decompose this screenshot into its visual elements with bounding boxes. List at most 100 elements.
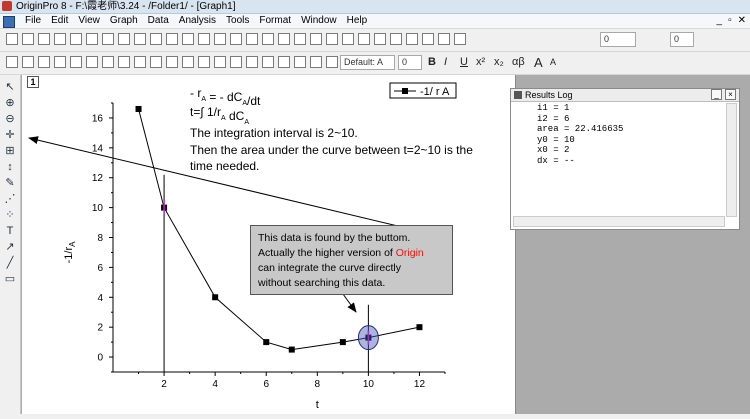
toolbar2-icon-19[interactable] — [294, 56, 306, 68]
results-minimize-icon[interactable]: _ — [711, 89, 722, 100]
toolbar1-icon-22[interactable] — [342, 33, 354, 45]
menu-item-format[interactable]: Format — [254, 14, 296, 28]
results-close-icon[interactable]: × — [725, 89, 736, 100]
menu-item-tools[interactable]: Tools — [221, 14, 254, 28]
toolbar2-icon-6[interactable] — [86, 56, 98, 68]
data-reader-icon[interactable]: ⊞ — [4, 145, 16, 157]
close-icon[interactable]: ✕ — [738, 14, 746, 28]
results-log-window[interactable]: Results Log _ × i1 = 1 i2 = 6 area = 22.… — [510, 88, 740, 230]
toolbar2-icon-16[interactable] — [246, 56, 258, 68]
fill-select[interactable]: 0 — [670, 32, 694, 47]
draw-data-icon[interactable]: ✎ — [4, 177, 16, 189]
toolbar1-icon-5[interactable] — [70, 33, 82, 45]
toolbar1-icon-25[interactable] — [390, 33, 402, 45]
toolbar2-icon-12[interactable] — [182, 56, 194, 68]
toolbar1-icon-27[interactable] — [422, 33, 434, 45]
toolbar1-icon-17[interactable] — [262, 33, 274, 45]
menu-bar: File Edit View Graph Data Analysis Tools Format… — [0, 14, 750, 29]
toolbar2-icon-9[interactable] — [134, 56, 146, 68]
layer-indicator[interactable]: 1 — [27, 76, 39, 88]
font-size-select[interactable]: 0 — [398, 55, 422, 70]
toolbar2-icon-8[interactable] — [118, 56, 130, 68]
screen-reader-icon[interactable]: ✛ — [4, 129, 16, 141]
menu-item-file[interactable]: File — [20, 14, 46, 28]
graph-window-icon[interactable] — [3, 16, 15, 28]
toolbar1-icon-9[interactable] — [134, 33, 146, 45]
annotation-note[interactable]: This data is found by the buttom. Actual… — [250, 225, 453, 295]
toolbar2-icon-21[interactable] — [326, 56, 338, 68]
toolbar1-icon-6[interactable] — [86, 33, 98, 45]
toolbar1-icon-3[interactable] — [38, 33, 50, 45]
menu-item-help[interactable]: Help — [342, 14, 373, 28]
subscript-button[interactable]: x₂ — [494, 55, 504, 70]
toolbar2-icon-3[interactable] — [38, 56, 50, 68]
y-axis-title-subscript: A — [68, 241, 77, 247]
toolbar1-icon-19[interactable] — [294, 33, 306, 45]
arrow-tool-icon[interactable]: ↗ — [4, 241, 16, 253]
toolbar1-icon-23[interactable] — [358, 33, 370, 45]
regional-selector-icon[interactable]: ⋰ — [4, 193, 16, 205]
font-increase-button[interactable]: A — [534, 55, 543, 70]
toolbar1-icon-8[interactable] — [118, 33, 130, 45]
bold-button[interactable]: B — [428, 55, 436, 70]
menu-item-window[interactable]: Window — [296, 14, 342, 28]
toolbar1-icon-20[interactable] — [310, 33, 322, 45]
toolbar2-icon-4[interactable] — [54, 56, 66, 68]
toolbar1-icon-7[interactable] — [102, 33, 114, 45]
line-width-select[interactable]: 0 — [600, 32, 636, 47]
text-tool-icon[interactable]: T — [4, 225, 16, 237]
mask-points-icon[interactable]: ⁘ — [4, 209, 16, 221]
toolbar1-icon-18[interactable] — [278, 33, 290, 45]
menu-item-view[interactable]: View — [73, 14, 105, 28]
line-tool-icon[interactable]: ╱ — [4, 257, 16, 269]
toolbar2-icon-13[interactable] — [198, 56, 210, 68]
restore-icon[interactable]: ▫ — [728, 14, 732, 28]
italic-button[interactable]: I — [444, 55, 447, 70]
toolbar1-icon-14[interactable] — [214, 33, 226, 45]
toolbar1-icon-21[interactable] — [326, 33, 338, 45]
y-tick-label: 8 — [97, 233, 103, 244]
zoom-in-icon[interactable]: ⊕ — [4, 97, 16, 109]
data-point — [339, 339, 346, 346]
toolbar2-icon-1[interactable] — [6, 56, 18, 68]
toolbar1-icon-29[interactable] — [454, 33, 466, 45]
menu-item-data[interactable]: Data — [143, 14, 174, 28]
font-decrease-button[interactable]: A — [550, 55, 556, 70]
toolbar2-icon-20[interactable] — [310, 56, 322, 68]
rectangle-tool-icon[interactable]: ▭ — [4, 273, 16, 285]
zoom-out-icon[interactable]: ⊖ — [4, 113, 16, 125]
toolbar2-icon-11[interactable] — [166, 56, 178, 68]
results-horizontal-scrollbar[interactable] — [513, 216, 725, 227]
toolbar1-icon-2[interactable] — [22, 33, 34, 45]
toolbar1-icon-1[interactable] — [6, 33, 18, 45]
menu-item-analysis[interactable]: Analysis — [174, 14, 221, 28]
underline-button[interactable]: U — [460, 55, 468, 70]
toolbar1-icon-12[interactable] — [182, 33, 194, 45]
superscript-button[interactable]: x² — [476, 55, 485, 70]
menu-item-graph[interactable]: Graph — [105, 14, 143, 28]
minimize-icon[interactable]: _ — [717, 14, 723, 28]
toolbar1-icon-26[interactable] — [406, 33, 418, 45]
toolbar1-icon-4[interactable] — [54, 33, 66, 45]
data-selector-icon[interactable]: ↕ — [4, 161, 16, 173]
toolbar1-icon-11[interactable] — [166, 33, 178, 45]
greek-button[interactable]: αβ — [512, 55, 525, 70]
toolbar1-icon-10[interactable] — [150, 33, 162, 45]
toolbar1-icon-24[interactable] — [374, 33, 386, 45]
toolbar2-icon-17[interactable] — [262, 56, 274, 68]
font-name-select[interactable]: Default: A — [340, 55, 395, 70]
toolbar2-icon-18[interactable] — [278, 56, 290, 68]
toolbar2-icon-15[interactable] — [230, 56, 242, 68]
toolbar1-icon-13[interactable] — [198, 33, 210, 45]
toolbar1-icon-28[interactable] — [438, 33, 450, 45]
toolbar2-icon-2[interactable] — [22, 56, 34, 68]
pointer-icon[interactable]: ↖ — [4, 81, 16, 93]
menu-item-edit[interactable]: Edit — [46, 14, 73, 28]
toolbar1-icon-15[interactable] — [230, 33, 242, 45]
toolbar2-icon-14[interactable] — [214, 56, 226, 68]
results-vertical-scrollbar[interactable] — [726, 103, 737, 217]
toolbar2-icon-7[interactable] — [102, 56, 114, 68]
toolbar2-icon-10[interactable] — [150, 56, 162, 68]
toolbar1-icon-16[interactable] — [246, 33, 258, 45]
toolbar2-icon-5[interactable] — [70, 56, 82, 68]
